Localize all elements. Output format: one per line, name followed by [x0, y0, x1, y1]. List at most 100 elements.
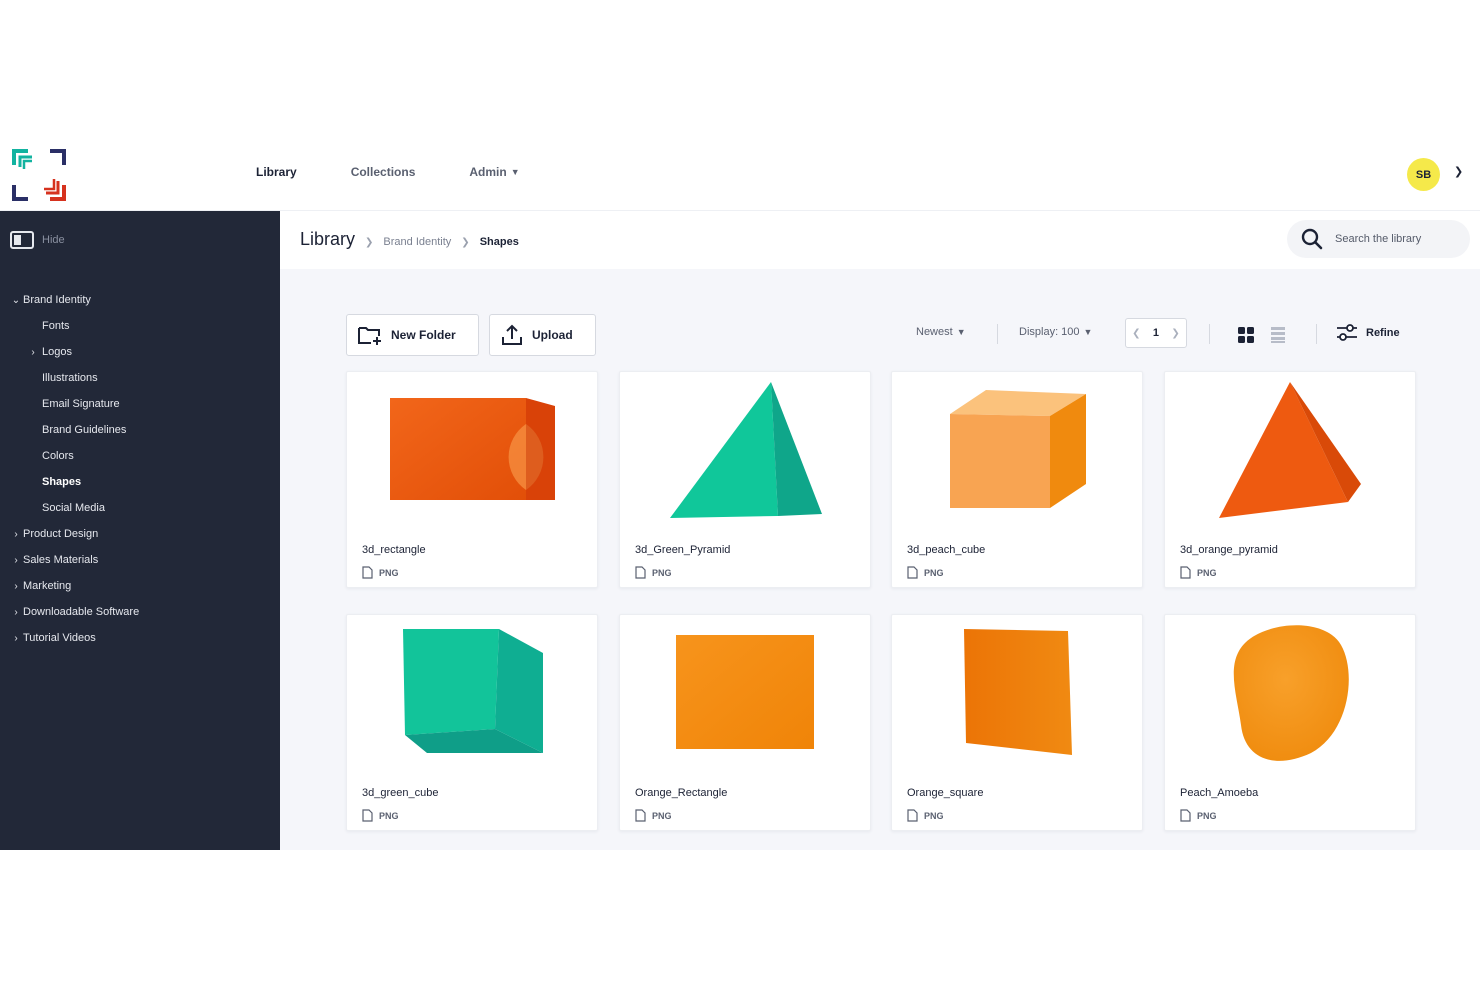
- search-box: [1287, 220, 1470, 258]
- chevron-left-icon[interactable]: ❮: [1132, 328, 1140, 339]
- file-icon: [1180, 809, 1191, 822]
- tree-item-email-signature[interactable]: Email Signature: [0, 391, 280, 417]
- asset-card[interactable]: 3d_Green_Pyramid PNG: [619, 371, 871, 588]
- sidebar-hide-toggle[interactable]: Hide: [10, 231, 65, 249]
- asset-name: Peach_Amoeba: [1180, 787, 1259, 799]
- tree-item-brand-identity[interactable]: ⌄ Brand Identity: [0, 287, 280, 313]
- asset-card[interactable]: 3d_rectangle PNG: [346, 371, 598, 588]
- tree-item-label: Sales Materials: [23, 554, 99, 566]
- tree-item-logos[interactable]: › Logos: [0, 339, 280, 365]
- display-count-label: Display: 100: [1019, 326, 1080, 338]
- grid-view-icon[interactable]: [1237, 326, 1255, 344]
- new-folder-button[interactable]: New Folder: [346, 314, 479, 356]
- asset-name: Orange_square: [907, 787, 984, 799]
- asset-type: PNG: [924, 810, 944, 821]
- asset-thumbnail-orange-pyramid: [1219, 382, 1361, 518]
- file-icon: [362, 566, 373, 579]
- nav-library-label: Library: [256, 165, 297, 179]
- search-icon[interactable]: [1301, 228, 1323, 250]
- breadcrumb-item-brand-identity[interactable]: Brand Identity: [383, 236, 451, 248]
- chevron-right-icon[interactable]: ›: [9, 581, 23, 592]
- asset-meta: PNG: [635, 809, 672, 822]
- tree-item-shapes[interactable]: Shapes: [0, 469, 280, 495]
- breadcrumb-root[interactable]: Library: [300, 229, 355, 250]
- chevron-right-icon[interactable]: ›: [9, 529, 23, 540]
- tree-item-illustrations[interactable]: Illustrations: [0, 365, 280, 391]
- tree-item-label: Fonts: [42, 320, 70, 332]
- asset-meta: PNG: [1180, 566, 1217, 579]
- asset-name: 3d_peach_cube: [907, 544, 986, 556]
- asset-card[interactable]: Orange_Rectangle PNG: [619, 614, 871, 831]
- tree-item-brand-guidelines[interactable]: Brand Guidelines: [0, 417, 280, 443]
- asset-meta: PNG: [362, 809, 399, 822]
- sidebar-hide-label: Hide: [42, 234, 65, 246]
- asset-card[interactable]: 3d_orange_pyramid PNG: [1164, 371, 1416, 588]
- new-folder-label: New Folder: [391, 328, 456, 342]
- sort-label: Newest: [916, 326, 953, 338]
- breadcrumb-bar: Library ❯ Brand Identity ❯ Shapes: [280, 211, 1480, 269]
- tree-item-label: Downloadable Software: [23, 606, 140, 618]
- user-avatar[interactable]: SB: [1407, 158, 1440, 191]
- refine-label: Refine: [1366, 327, 1400, 339]
- new-folder-icon: [358, 327, 381, 345]
- chevron-down-icon: ▼: [1083, 327, 1093, 337]
- chevron-right-icon[interactable]: ›: [9, 633, 23, 644]
- page-number[interactable]: 1: [1153, 327, 1159, 339]
- breadcrumb: Library ❯ Brand Identity ❯ Shapes: [300, 229, 519, 250]
- avatar-initials: SB: [1415, 168, 1432, 181]
- tree-item-label: Tutorial Videos: [23, 632, 96, 644]
- tree-item-label: Marketing: [23, 580, 72, 592]
- asset-toolbar: New Folder Upload Newest ▼ Display: 100 …: [346, 314, 1416, 356]
- display-count-dropdown[interactable]: Display: 100 ▼: [1019, 326, 1092, 338]
- tree-item-tutorial-videos[interactable]: › Tutorial Videos: [0, 625, 280, 651]
- tree-item-sales-materials[interactable]: › Sales Materials: [0, 547, 280, 573]
- file-icon: [362, 809, 373, 822]
- tree-item-fonts[interactable]: Fonts: [0, 313, 280, 339]
- sort-dropdown[interactable]: Newest ▼: [916, 326, 966, 338]
- tree-item-social-media[interactable]: Social Media: [0, 495, 280, 521]
- asset-card[interactable]: 3d_peach_cube PNG: [891, 371, 1143, 588]
- search-input[interactable]: [1335, 233, 1455, 245]
- chevron-right-icon[interactable]: ›: [9, 607, 23, 618]
- upload-button[interactable]: Upload: [489, 314, 596, 356]
- file-icon: [907, 566, 918, 579]
- asset-name: 3d_orange_pyramid: [1180, 544, 1278, 556]
- chevron-right-icon[interactable]: ›: [9, 555, 23, 566]
- tree-item-label: Brand Identity: [23, 294, 91, 306]
- toolbar-divider: [1316, 324, 1317, 344]
- tree-item-colors[interactable]: Colors: [0, 443, 280, 469]
- nav-collections[interactable]: Collections: [351, 165, 416, 179]
- tree-item-product-design[interactable]: › Product Design: [0, 521, 280, 547]
- asset-meta: PNG: [362, 566, 399, 579]
- tree-item-marketing[interactable]: › Marketing: [0, 573, 280, 599]
- asset-thumbnail-3d-rectangle: [390, 398, 555, 500]
- folder-tree: ⌄ Brand Identity Fonts › Logos Illustrat…: [0, 287, 280, 651]
- asset-type: PNG: [1197, 567, 1217, 578]
- asset-card[interactable]: 3d_green_cube PNG: [346, 614, 598, 831]
- asset-name: Orange_Rectangle: [635, 787, 728, 799]
- tree-item-label: Logos: [42, 346, 72, 358]
- asset-thumbnail-green-pyramid: [670, 382, 822, 518]
- nav-library[interactable]: Library: [256, 165, 297, 179]
- chevron-right-icon[interactable]: ›: [26, 347, 40, 358]
- tree-item-label: Product Design: [23, 528, 99, 540]
- asset-card[interactable]: Orange_square PNG: [891, 614, 1143, 831]
- chevron-right-icon[interactable]: ❯: [1171, 328, 1179, 339]
- brand-logo[interactable]: [10, 147, 68, 203]
- chevron-down-icon[interactable]: ⌄: [9, 295, 23, 306]
- chevron-right-icon: ❯: [365, 237, 374, 248]
- filter-sliders-icon: [1337, 324, 1357, 341]
- list-view-icon[interactable]: [1270, 326, 1286, 344]
- refine-button[interactable]: Refine: [1336, 323, 1400, 343]
- nav-admin-label: Admin: [469, 165, 507, 179]
- sidebar-panel-icon: [10, 231, 34, 249]
- upload-icon: [502, 324, 522, 345]
- toolbar-divider: [1209, 324, 1210, 344]
- tree-item-label: Email Signature: [42, 398, 120, 410]
- tree-item-label: Shapes: [42, 476, 82, 488]
- chevron-down-icon[interactable]: ❯: [1454, 165, 1463, 178]
- nav-admin[interactable]: Admin ▼: [469, 165, 519, 179]
- tree-item-label: Social Media: [42, 502, 105, 514]
- asset-card[interactable]: Peach_Amoeba PNG: [1164, 614, 1416, 831]
- tree-item-downloadable-software[interactable]: › Downloadable Software: [0, 599, 280, 625]
